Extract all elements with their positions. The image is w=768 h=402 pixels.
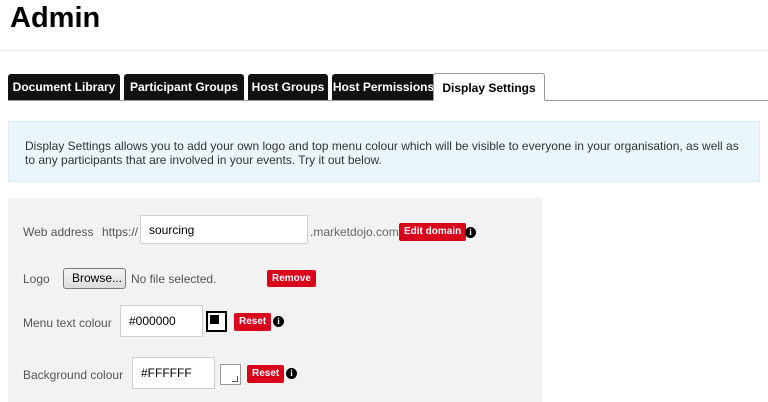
title-divider bbox=[0, 50, 768, 51]
menu-text-colour-input[interactable] bbox=[120, 305, 203, 337]
tab-bar: Document Library Participant Groups Host… bbox=[8, 73, 768, 101]
info-icon[interactable]: i bbox=[273, 316, 284, 327]
info-box: Display Settings allows you to add your … bbox=[8, 121, 760, 182]
domain-suffix: .marketdojo.com bbox=[310, 225, 399, 239]
menu-text-colour-swatch[interactable] bbox=[206, 311, 227, 332]
tab-host-permissions[interactable]: Host Permissions bbox=[332, 74, 435, 100]
remove-logo-button[interactable]: Remove bbox=[267, 270, 316, 287]
tab-document-library[interactable]: Document Library bbox=[8, 74, 120, 100]
file-status: No file selected. bbox=[131, 272, 217, 286]
background-colour-swatch[interactable] bbox=[220, 364, 241, 385]
web-address-label: Web address bbox=[23, 225, 94, 239]
menu-text-colour-label: Menu text colour bbox=[23, 316, 112, 330]
settings-panel: Web address https:// .marketdojo.com Edi… bbox=[8, 198, 542, 402]
page-title: Admin bbox=[10, 2, 101, 34]
web-address-prefix: https:// bbox=[102, 225, 139, 239]
info-text: Display Settings allows you to add your … bbox=[25, 139, 739, 167]
background-colour-input[interactable] bbox=[132, 357, 215, 389]
info-icon[interactable]: i bbox=[465, 227, 476, 238]
background-colour-reset-button[interactable]: Reset bbox=[247, 365, 285, 383]
info-icon[interactable]: i bbox=[286, 368, 297, 379]
tab-participant-groups[interactable]: Participant Groups bbox=[124, 74, 244, 100]
background-colour-label: Background colour bbox=[23, 368, 124, 382]
tab-display-settings[interactable]: Display Settings bbox=[433, 73, 545, 101]
tab-host-groups[interactable]: Host Groups bbox=[248, 74, 328, 100]
logo-label: Logo bbox=[23, 272, 50, 286]
browse-button[interactable]: Browse... bbox=[63, 268, 126, 289]
menu-text-colour-reset-button[interactable]: Reset bbox=[234, 313, 272, 331]
edit-domain-button[interactable]: Edit domain bbox=[399, 223, 467, 241]
subdomain-input[interactable] bbox=[140, 215, 308, 244]
